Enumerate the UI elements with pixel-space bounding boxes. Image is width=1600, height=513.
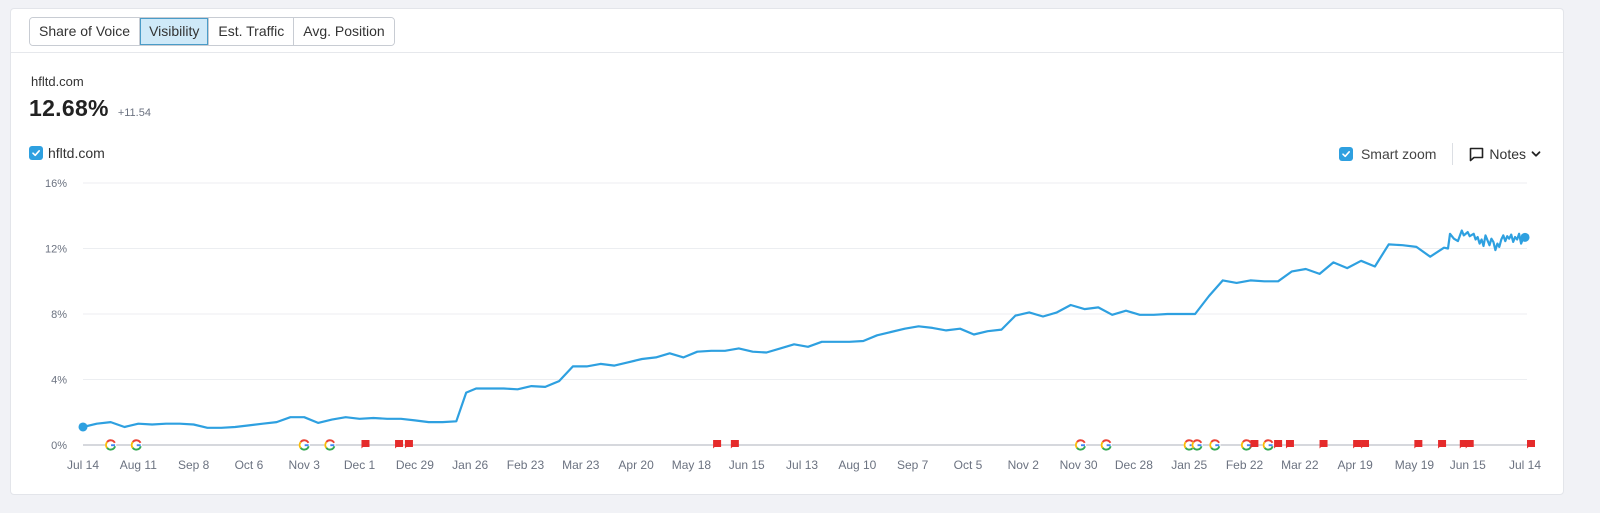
x-tick-label: Apr 19 xyxy=(1337,458,1373,472)
x-tick-label: Jan 26 xyxy=(452,458,488,472)
x-tick-label: Jun 15 xyxy=(1450,458,1486,472)
google-update-icon[interactable] xyxy=(1191,439,1203,451)
x-tick-label: Nov 30 xyxy=(1060,458,1098,472)
note-flag-icon[interactable] xyxy=(730,440,739,449)
x-tick-label: Feb 23 xyxy=(507,458,545,472)
x-tick-label: Mar 23 xyxy=(562,458,600,472)
note-flag-icon[interactable] xyxy=(1438,440,1447,449)
visibility-card: Share of Voice Visibility Est. Traffic A… xyxy=(10,8,1564,495)
google-update-icon[interactable] xyxy=(298,439,310,451)
x-tick-label: Oct 6 xyxy=(235,458,264,472)
y-tick-label: 4% xyxy=(51,375,67,387)
series-end-dot xyxy=(1520,232,1530,242)
x-tick-label: Aug 10 xyxy=(838,458,876,472)
google-update-icon[interactable] xyxy=(1100,439,1112,451)
x-tick-label: Mar 22 xyxy=(1281,458,1319,472)
x-tick-label: May 19 xyxy=(1395,458,1435,472)
note-flag-icon[interactable] xyxy=(361,440,370,449)
x-tick-label: Apr 20 xyxy=(618,458,654,472)
x-tick-label: Jul 13 xyxy=(786,458,818,472)
google-update-icon[interactable] xyxy=(1074,439,1087,451)
x-tick-label: Jun 15 xyxy=(729,458,765,472)
x-tick-label: Nov 2 xyxy=(1008,458,1040,472)
note-flag-icon[interactable] xyxy=(1285,440,1294,449)
note-flag-icon[interactable] xyxy=(1527,440,1535,449)
note-flag-icon[interactable] xyxy=(713,440,722,449)
x-tick-label: Dec 29 xyxy=(396,458,434,472)
google-update-icon[interactable] xyxy=(1209,439,1221,451)
x-tick-label: Sep 7 xyxy=(897,458,929,472)
x-tick-label: Dec 1 xyxy=(344,458,376,472)
note-flag-icon[interactable] xyxy=(395,440,404,449)
note-flag-icon[interactable] xyxy=(1361,440,1370,449)
note-flag-icon[interactable] xyxy=(1250,440,1259,449)
note-flag-icon[interactable] xyxy=(404,440,413,449)
y-tick-label: 12% xyxy=(45,244,67,256)
x-tick-label: Sep 8 xyxy=(178,458,210,472)
x-tick-label: Feb 22 xyxy=(1226,458,1264,472)
series-line-hfltd xyxy=(81,229,1527,429)
note-flag-icon[interactable] xyxy=(1465,440,1474,449)
series-start-dot xyxy=(78,422,88,432)
google-update-icon[interactable] xyxy=(130,439,142,451)
x-tick-label: May 18 xyxy=(672,458,712,472)
note-flag-icon[interactable] xyxy=(1353,440,1362,449)
x-tick-label: Jul 14 xyxy=(67,458,99,472)
note-flag-icon[interactable] xyxy=(1274,440,1283,449)
y-tick-label: 0% xyxy=(51,440,67,452)
google-update-icon[interactable] xyxy=(105,439,117,451)
google-update-icon[interactable] xyxy=(1262,439,1274,451)
x-tick-label: Aug 11 xyxy=(120,458,157,472)
x-tick-label: Dec 28 xyxy=(1115,458,1153,472)
y-tick-label: 8% xyxy=(51,309,67,321)
x-tick-label: Oct 5 xyxy=(954,458,983,472)
visibility-line-chart: 0% 4% 8% 12% 16% Jul 14 Aug 11 Sep 8 Oct 6 Nov 3 D… xyxy=(45,178,1541,472)
x-tick-label: Nov 3 xyxy=(289,458,321,472)
google-update-icon[interactable] xyxy=(324,439,336,451)
x-tick-label: Jan 25 xyxy=(1171,458,1207,472)
note-flag-icon[interactable] xyxy=(1414,440,1423,449)
y-tick-label: 16% xyxy=(45,178,67,190)
x-tick-label: Jul 14 xyxy=(1509,458,1541,472)
note-flag-icon[interactable] xyxy=(1319,440,1328,449)
